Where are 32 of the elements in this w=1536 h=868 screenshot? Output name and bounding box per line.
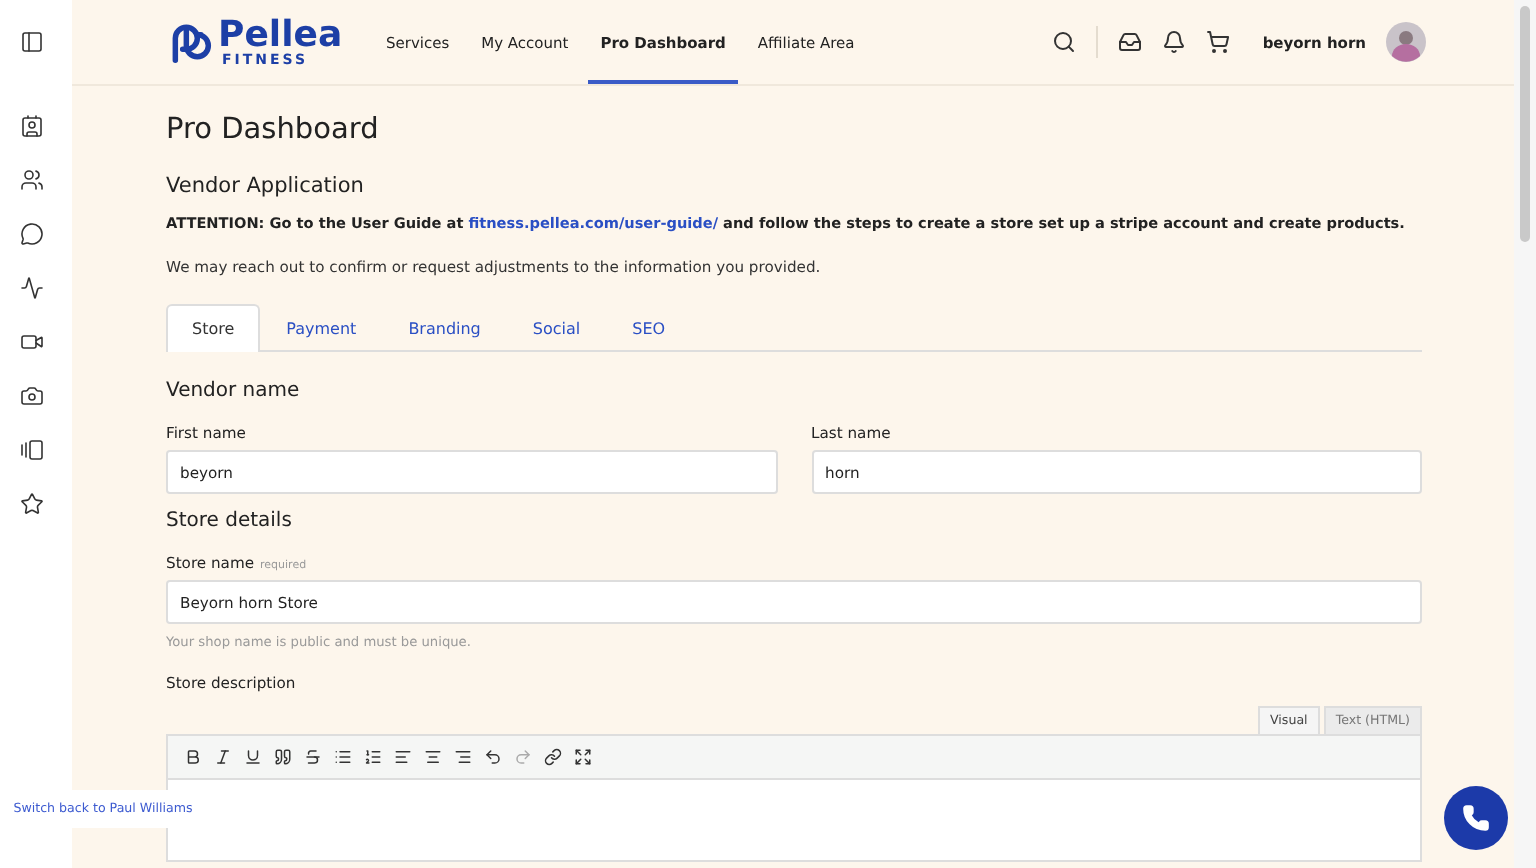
- link-icon[interactable]: [544, 748, 562, 766]
- search-icon[interactable]: [1052, 30, 1077, 54]
- fullscreen-icon[interactable]: [574, 748, 592, 766]
- logo-name: Pellea: [218, 17, 343, 53]
- align-right-icon[interactable]: [454, 748, 472, 766]
- tab[interactable]: Branding: [382, 304, 507, 352]
- logo-icon: [168, 20, 212, 64]
- tab[interactable]: SEO: [606, 304, 692, 352]
- bell-icon[interactable]: [1162, 30, 1187, 54]
- align-left-icon[interactable]: [394, 748, 412, 766]
- tab[interactable]: Payment: [260, 304, 383, 352]
- section-title: Vendor Application: [166, 174, 366, 198]
- align-center-icon[interactable]: [424, 748, 442, 766]
- inbox-icon[interactable]: [1118, 30, 1143, 54]
- tab[interactable]: Store: [166, 304, 261, 352]
- numbered-list-icon[interactable]: [364, 748, 382, 766]
- undo-icon[interactable]: [484, 748, 502, 766]
- tab[interactable]: Social: [506, 304, 607, 352]
- underline-icon[interactable]: [244, 748, 262, 766]
- scrollbar[interactable]: [1514, 0, 1536, 868]
- italic-icon[interactable]: [214, 748, 232, 766]
- strikethrough-icon[interactable]: [304, 748, 322, 766]
- section-heading: Vendor name: [166, 380, 302, 402]
- call-button[interactable]: [1444, 786, 1508, 850]
- cart-icon[interactable]: [1206, 30, 1231, 54]
- section-heading: Store details: [166, 510, 294, 532]
- page-title: Pro Dashboard: [166, 114, 381, 146]
- quote-icon[interactable]: [274, 748, 292, 766]
- phone-icon: [1462, 804, 1490, 832]
- bullet-list-icon[interactable]: [334, 748, 352, 766]
- bold-icon[interactable]: [184, 748, 202, 766]
- avatar[interactable]: [1386, 22, 1426, 62]
